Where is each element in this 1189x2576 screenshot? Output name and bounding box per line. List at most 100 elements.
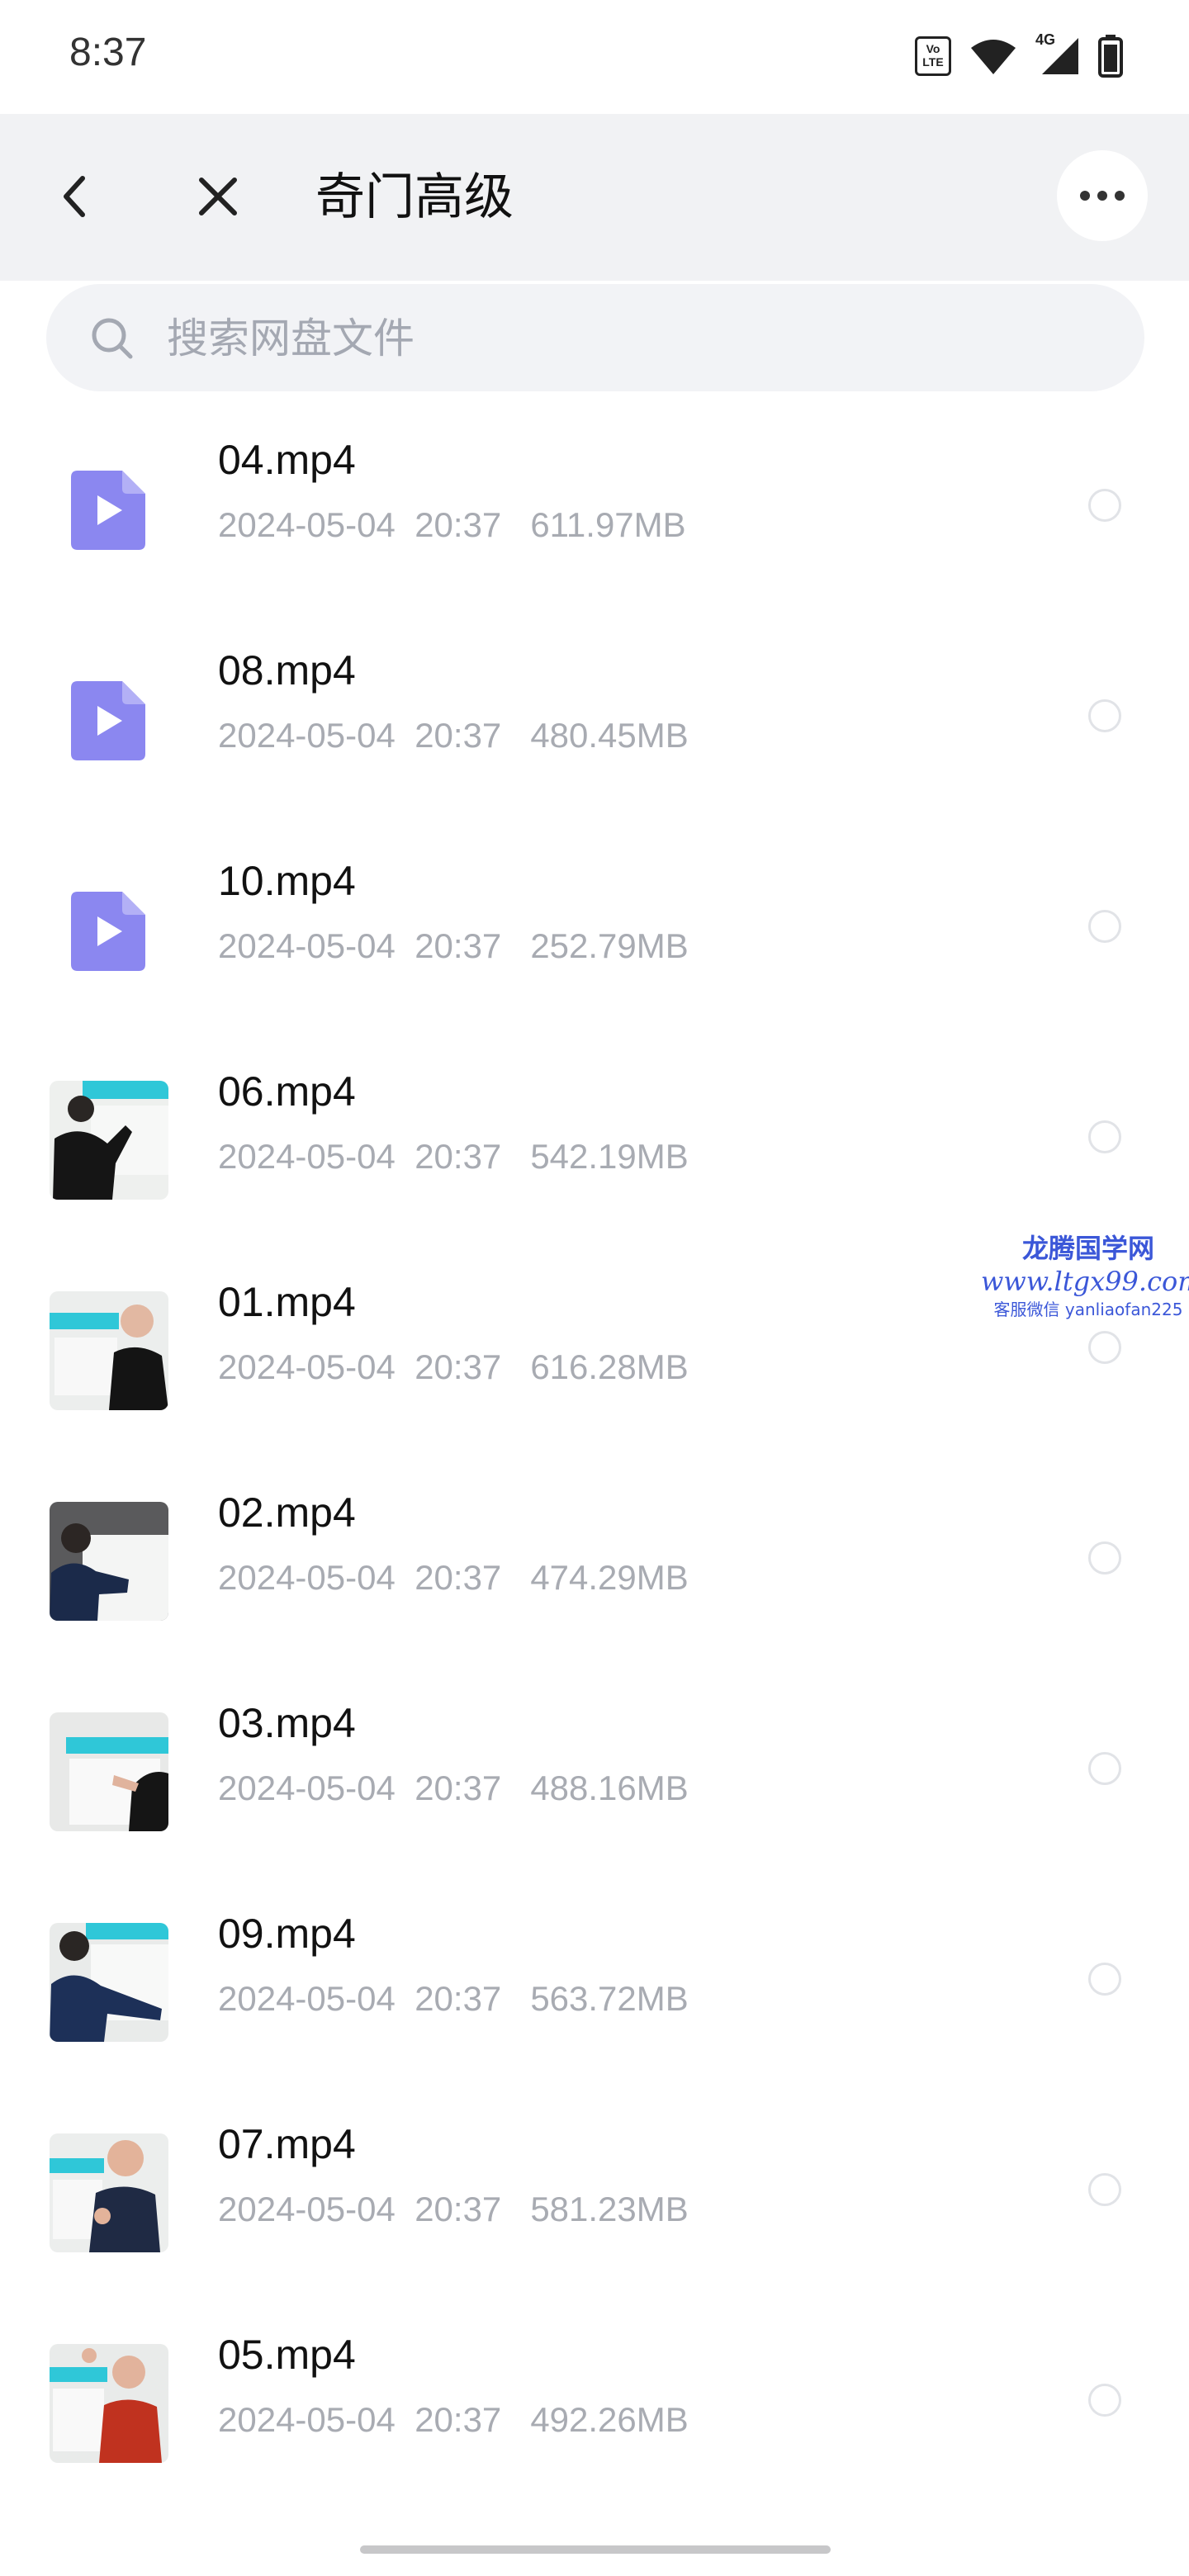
file-row[interactable]: 06.mp4 2024-05-04 20:37 542.19MB [0,1036,1189,1247]
file-time: 20:37 [414,1769,502,1807]
watermark-url: www.ltgx99.com [981,1266,1189,1297]
file-time: 20:37 [414,1137,502,1176]
file-size: 616.28MB [530,1347,689,1386]
file-name: 06.mp4 [218,1068,356,1115]
video-thumbnail [50,2344,168,2463]
file-row[interactable]: 08.mp4 2024-05-04 20:37 480.45MB [0,615,1189,826]
file-size: 492.26MB [530,2400,689,2439]
file-size: 611.97MB [530,505,686,544]
file-name: 09.mp4 [218,1911,356,1957]
select-radio[interactable] [1088,1331,1121,1364]
file-name: 05.mp4 [218,2332,356,2378]
back-button[interactable] [33,155,116,238]
file-meta: 2024-05-04 20:37 492.26MB [218,2397,689,2443]
watermark-title: 龙腾国学网 [1021,1233,1154,1264]
file-meta: 2024-05-04 20:37 480.45MB [218,713,689,759]
file-name: 10.mp4 [218,858,356,904]
more-button[interactable] [1057,150,1148,241]
video-thumbnail [50,2133,168,2252]
file-date: 2024-05-04 [218,926,396,965]
select-radio[interactable] [1088,2173,1121,2206]
file-date: 2024-05-04 [218,1769,396,1807]
file-row[interactable]: 07.mp4 2024-05-04 20:37 581.23MB [0,2089,1189,2299]
file-time: 20:37 [414,2400,502,2439]
chevron-left-icon [64,176,85,217]
close-button[interactable] [177,155,259,238]
file-row[interactable]: 10.mp4 2024-05-04 20:37 252.79MB [0,826,1189,1036]
cellular-signal-icon: 4G [1035,31,1080,76]
file-size: 488.16MB [530,1769,689,1807]
file-name: 04.mp4 [218,437,356,483]
select-radio[interactable] [1088,2384,1121,2417]
file-date: 2024-05-04 [218,1979,396,2018]
file-date: 2024-05-04 [218,505,396,544]
file-list: 04.mp4 2024-05-04 20:37 611.97MB 08.mp4 … [0,405,1189,2510]
file-date: 2024-05-04 [218,1137,396,1176]
video-thumbnail [50,1291,168,1410]
file-row[interactable]: 05.mp4 2024-05-04 20:37 492.26MB [0,2299,1189,2510]
video-thumbnail [50,1923,168,2042]
file-time: 20:37 [414,1347,502,1386]
select-radio[interactable] [1088,699,1121,732]
status-time: 8:37 [69,31,147,74]
file-row[interactable]: 02.mp4 2024-05-04 20:37 474.29MB [0,1457,1189,1668]
file-meta: 2024-05-04 20:37 581.23MB [218,2186,689,2233]
status-icons: Vo LTE 4G [915,31,1123,79]
wifi-icon [971,40,1016,74]
file-time: 20:37 [414,926,502,965]
search-bar[interactable] [46,284,1144,391]
file-date: 2024-05-04 [218,1347,396,1386]
file-time: 20:37 [414,2190,502,2228]
file-time: 20:37 [414,1558,502,1597]
file-name: 07.mp4 [218,2121,356,2167]
status-bar: 8:37 Vo LTE 4G [0,0,1189,114]
watermark: 龙腾国学网 www.ltgx99.com 客服微信 yanliaofan225 [981,1232,1189,1321]
file-size: 480.45MB [530,716,689,755]
file-date: 2024-05-04 [218,2190,396,2228]
file-meta: 2024-05-04 20:37 252.79MB [218,923,689,969]
file-row[interactable]: 03.mp4 2024-05-04 20:37 488.16MB [0,1668,1189,1878]
file-row[interactable]: 04.mp4 2024-05-04 20:37 611.97MB [0,405,1189,615]
file-size: 542.19MB [530,1137,689,1176]
file-size: 474.29MB [530,1558,689,1597]
search-input[interactable] [165,307,994,370]
file-size: 252.79MB [530,926,689,965]
file-size: 563.72MB [530,1979,689,2018]
watermark-contact: 客服微信 yanliaofan225 [993,1300,1183,1319]
volte-icon: Vo LTE [915,36,951,76]
select-radio[interactable] [1088,1120,1121,1153]
file-row[interactable]: 09.mp4 2024-05-04 20:37 563.72MB [0,1878,1189,2089]
file-name: 03.mp4 [218,1700,356,1746]
header-bar: 奇门高级 [0,114,1189,281]
file-name: 01.mp4 [218,1279,356,1325]
more-horizontal-icon [1080,191,1090,201]
video-file-icon [50,870,168,989]
file-time: 20:37 [414,716,502,755]
select-radio[interactable] [1088,1963,1121,1996]
file-time: 20:37 [414,505,502,544]
battery-icon [1098,35,1123,78]
file-date: 2024-05-04 [218,1558,396,1597]
file-name: 08.mp4 [218,647,356,694]
select-radio[interactable] [1088,489,1121,522]
file-meta: 2024-05-04 20:37 616.28MB [218,1344,689,1390]
file-name: 02.mp4 [218,1489,356,1536]
video-file-icon [50,449,168,568]
select-radio[interactable] [1088,1541,1121,1574]
close-icon [199,178,237,215]
file-meta: 2024-05-04 20:37 474.29MB [218,1555,689,1601]
file-size: 581.23MB [530,2190,689,2228]
search-icon [92,318,133,359]
file-date: 2024-05-04 [218,2400,396,2439]
video-thumbnail [50,1502,168,1621]
home-indicator[interactable] [360,2545,831,2554]
select-radio[interactable] [1088,910,1121,943]
page-title: 奇门高级 [315,168,514,226]
file-time: 20:37 [414,1979,502,2018]
video-thumbnail [50,1712,168,1831]
video-thumbnail [50,1081,168,1200]
file-date: 2024-05-04 [218,716,396,755]
video-file-icon [50,660,168,779]
select-radio[interactable] [1088,1752,1121,1785]
file-meta: 2024-05-04 20:37 611.97MB [218,502,686,548]
